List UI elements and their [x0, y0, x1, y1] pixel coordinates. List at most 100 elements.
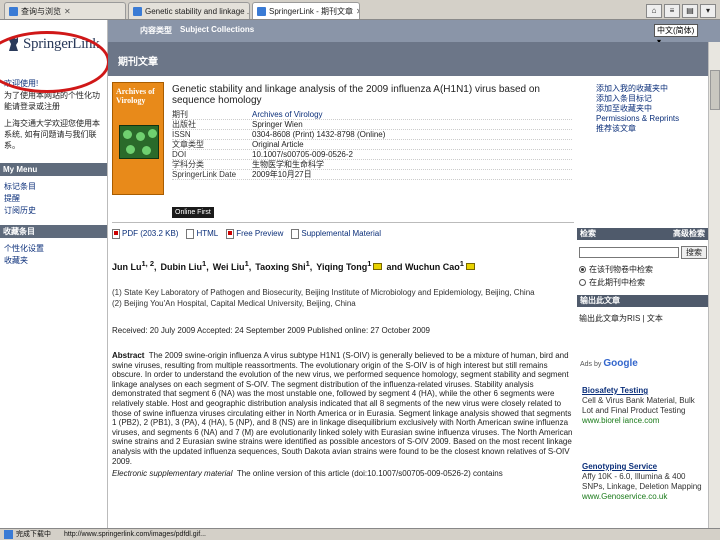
- loading-icon: [4, 530, 13, 539]
- author[interactable]: Wei Liu1,: [213, 259, 252, 272]
- html-icon: [186, 229, 195, 239]
- my-menu-header: My Menu: [0, 163, 107, 176]
- abstract-text: The 2009 swine-origin influenza A virus …: [112, 351, 573, 466]
- search-panel-header: 检索 高级检索: [577, 228, 708, 240]
- add-to-collection-link[interactable]: 添加至收藏夹中: [596, 104, 706, 114]
- author[interactable]: Jun Lu1, 2,: [112, 259, 157, 272]
- export-link[interactable]: 输出此文章为RIS | 文本: [579, 313, 663, 324]
- home-icon[interactable]: ⌂: [646, 3, 662, 18]
- free-preview-link[interactable]: Free Preview: [226, 229, 283, 239]
- article-metadata: 期刊 Archives of Virology 出版社 Springer Wien …: [172, 110, 572, 180]
- institution-note: 上海交通大学欢迎您使用本系统, 如有问题请与我们联系。: [4, 119, 100, 150]
- author[interactable]: Taoxing Shi1,: [255, 259, 312, 272]
- meta-row: SpringerLink Date 2009年10月27日: [172, 170, 572, 180]
- tab-label: Genetic stability and linkage ...: [145, 6, 250, 16]
- status-url: http://www.springerlink.com/images/pdfdl…: [64, 531, 207, 538]
- radio-icon[interactable]: [579, 279, 586, 286]
- scrollbar-thumb[interactable]: [710, 70, 720, 110]
- google-logo: Google: [603, 358, 638, 369]
- email-icon[interactable]: [373, 263, 383, 270]
- add-to-marked-link[interactable]: 添加入条目标记: [596, 94, 706, 104]
- page-icon: [257, 6, 266, 16]
- feed-icon[interactable]: ≡: [664, 3, 680, 18]
- journal-cover[interactable]: Archives of Virology: [112, 82, 164, 195]
- menu-item-alerts[interactable]: 提醒: [4, 193, 103, 205]
- author[interactable]: and Wuchun Cao1: [386, 259, 475, 272]
- recommend-link[interactable]: 推荐该文章: [596, 124, 706, 134]
- meta-row: 出版社 Springer Wien: [172, 120, 572, 130]
- page-menu-icon[interactable]: ▾: [700, 3, 716, 18]
- article-actions: 添加入我的收藏夹中 添加入条目标记 添加至收藏夹中 Permissions & …: [596, 84, 706, 134]
- status-text: 完成下载中: [16, 531, 51, 538]
- ad-url[interactable]: www.Genoservice.co.uk: [582, 492, 706, 502]
- tab-label: 查询与浏览: [21, 6, 61, 16]
- email-icon[interactable]: [465, 263, 475, 270]
- supplemental-link[interactable]: Supplemental Material: [291, 229, 381, 239]
- content-type-link[interactable]: 内容类型: [140, 25, 172, 36]
- abstract: Abstract The 2009 swine-origin influenza…: [112, 351, 574, 527]
- collection-item-favorites[interactable]: 收藏夹: [4, 255, 103, 267]
- meta-row: 文章类型 Original Article: [172, 140, 572, 150]
- html-link[interactable]: HTML: [186, 229, 218, 239]
- top-nav-bar: 内容类型 Subject Collections 中文(简体) ▾: [108, 20, 720, 46]
- ad-body: Affy 10K - 6.0, Illumina & 400 SNPs, Lin…: [582, 472, 702, 491]
- preview-icon: [226, 229, 235, 239]
- affiliation: (1) State Key Laboratory of Pathogen and…: [112, 288, 535, 297]
- page-icon: [133, 6, 142, 16]
- radio-icon[interactable]: [579, 266, 586, 273]
- subject-collections-link[interactable]: Subject Collections: [180, 25, 254, 34]
- cover-image: [119, 125, 159, 159]
- download-links: PDF (203.2 KB) HTML Free Preview Supplem…: [112, 229, 381, 239]
- affiliations: (1) State Key Laboratory of Pathogen and…: [112, 287, 574, 309]
- search-button[interactable]: 搜索: [681, 246, 707, 259]
- ads-by-google[interactable]: Ads by Google: [580, 358, 638, 369]
- vertical-scrollbar[interactable]: [708, 42, 720, 528]
- article-title: Genetic stability and linkage analysis o…: [172, 84, 540, 106]
- permissions-link[interactable]: Permissions & Reprints: [596, 114, 706, 124]
- meta-row: 学科分类 生物医学和生命科学: [172, 160, 572, 170]
- ad-biosafety[interactable]: Biosafety Testing Cell & Virus Bank Mate…: [582, 386, 706, 426]
- menu-item-history[interactable]: 订阅历史: [4, 205, 103, 217]
- ad-title[interactable]: Genotyping Service: [582, 462, 706, 472]
- abstract-label: Abstract: [112, 351, 145, 360]
- page-header-bar: 期刊文章: [108, 42, 720, 76]
- ad-body: Cell & Virus Bank Material, Bulk Lot and…: [582, 396, 695, 415]
- attachment-icon: [291, 229, 300, 239]
- author-list: Jun Lu1, 2, Dubin Liu1, Wei Liu1, Taoxin…: [112, 259, 475, 272]
- collections-header: 收藏条目: [0, 225, 107, 238]
- collection-item-settings[interactable]: 个性化设置: [4, 243, 103, 255]
- menu-item-marked[interactable]: 标记条目: [4, 181, 103, 193]
- author[interactable]: Yiqing Tong1: [316, 259, 383, 272]
- left-column: SpringerLink 欢迎使用! 为了使用本网站的个性化功能请登录或注册 上…: [0, 20, 110, 528]
- meta-row: DOI 10.1007/s00705-009-0526-2: [172, 150, 572, 160]
- login-prompt[interactable]: 为了使用本网站的个性化功能请登录或注册: [4, 90, 103, 112]
- author[interactable]: Dubin Liu1,: [161, 259, 209, 272]
- export-panel-header: 输出此文章: [577, 295, 708, 307]
- ad-url[interactable]: www.biorel iance.com: [582, 416, 706, 426]
- radio-option-journal[interactable]: 在此期刊中检索: [579, 277, 645, 288]
- esm-label: Electronic supplementary material: [112, 469, 233, 479]
- ad-genotyping[interactable]: Genotyping Service Affy 10K - 6.0, Illum…: [582, 462, 706, 502]
- close-icon[interactable]: ✕: [356, 7, 359, 16]
- search-input[interactable]: [579, 247, 679, 258]
- online-first-badge: Online First: [172, 207, 214, 218]
- close-icon[interactable]: ✕: [64, 7, 71, 16]
- advanced-search-link[interactable]: 高级检索: [673, 228, 705, 240]
- tab-search[interactable]: 查询与浏览 ✕: [4, 2, 126, 19]
- logo-area: SpringerLink: [0, 20, 110, 93]
- divider: [112, 222, 574, 223]
- page-icon: [9, 6, 18, 16]
- pdf-download-link[interactable]: PDF (203.2 KB): [112, 229, 178, 239]
- affiliation: (2) Beijing You'An Hospital, Capital Med…: [112, 299, 356, 308]
- esm-text: The online version of this article (doi:…: [236, 469, 503, 479]
- journal-link[interactable]: Archives of Virology: [252, 110, 323, 119]
- language-select[interactable]: 中文(简体) ▾: [654, 24, 698, 46]
- print-icon[interactable]: ▤: [682, 3, 698, 18]
- tab-springerlink[interactable]: SpringerLink - 期刊文章 ✕: [252, 2, 360, 19]
- radio-option-volume[interactable]: 在该刊物卷中检索: [579, 264, 653, 275]
- page-title: 期刊文章: [118, 57, 158, 68]
- meta-row: ISSN 0304-8608 (Print) 1432-8798 (Online): [172, 130, 572, 140]
- tab-article-preview[interactable]: Genetic stability and linkage ...: [128, 2, 250, 19]
- ad-title[interactable]: Biosafety Testing: [582, 386, 706, 396]
- add-to-favorites-link[interactable]: 添加入我的收藏夹中: [596, 84, 706, 94]
